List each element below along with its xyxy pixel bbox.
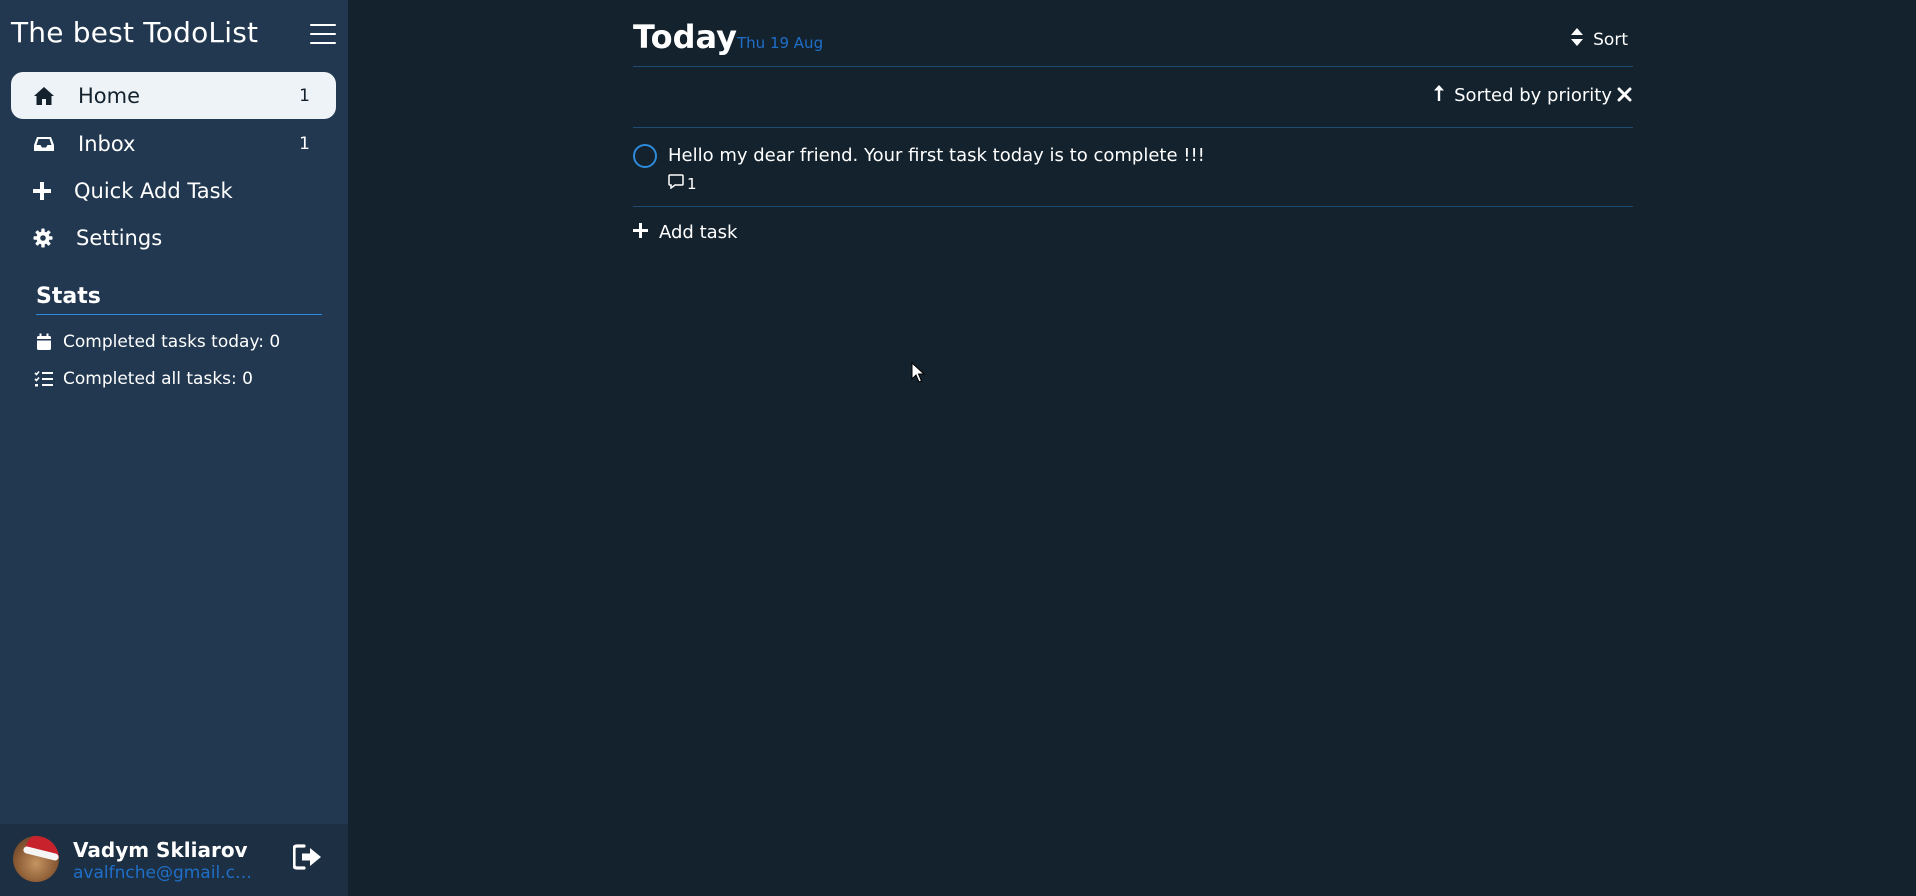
user-bar: Vadym Skliarov avalfnche@gmail.com bbox=[0, 824, 348, 896]
sidebar-item-inbox[interactable]: Inbox 1 bbox=[11, 120, 336, 167]
avatar[interactable] bbox=[13, 836, 59, 882]
page-date: Thu 19 Aug bbox=[737, 34, 824, 52]
sidebar-item-count: 1 bbox=[299, 133, 310, 154]
logout-icon[interactable] bbox=[292, 844, 325, 876]
task-item: Hello my dear friend. Your first task to… bbox=[633, 128, 1633, 207]
user-email: avalfnche@gmail.com bbox=[73, 863, 253, 883]
calendar-icon bbox=[34, 332, 54, 352]
task-text[interactable]: Hello my dear friend. Your first task to… bbox=[668, 145, 1205, 166]
sidebar-item-label: Inbox bbox=[78, 131, 136, 156]
sidebar-item-settings[interactable]: Settings bbox=[11, 214, 336, 261]
arrow-up-icon bbox=[1434, 85, 1445, 106]
sidebar-item-quick-add-task[interactable]: Quick Add Task bbox=[11, 167, 336, 214]
clear-sort-close-icon[interactable] bbox=[1617, 87, 1633, 103]
gear-icon bbox=[31, 226, 55, 250]
home-icon bbox=[32, 84, 56, 108]
task-comments[interactable]: 1 bbox=[668, 174, 697, 193]
sidebar-item-label: Settings bbox=[76, 225, 163, 250]
sidebar-item-label: Home bbox=[78, 83, 141, 108]
sidebar-item-count: 1 bbox=[299, 85, 310, 106]
app-title: The best TodoList bbox=[11, 16, 259, 49]
sort-icon bbox=[1571, 28, 1584, 51]
plus-icon bbox=[30, 179, 54, 203]
page-header: Today Thu 19 Aug Sort bbox=[633, 16, 1633, 67]
plus-icon bbox=[633, 222, 648, 243]
task-list-icon bbox=[34, 369, 54, 389]
inbox-icon bbox=[32, 132, 56, 156]
stat-completed-today: Completed tasks today: 0 bbox=[34, 332, 280, 352]
comment-icon bbox=[668, 174, 684, 193]
sidebar-item-label: Quick Add Task bbox=[74, 178, 233, 203]
stat-completed-all: Completed all tasks: 0 bbox=[34, 369, 253, 389]
stats-title: Stats bbox=[36, 284, 101, 309]
sidebar: The best TodoList Home 1 Inbox 1 Quick A… bbox=[0, 0, 348, 896]
add-task-button[interactable]: Add task bbox=[633, 222, 737, 243]
task-complete-checkbox[interactable] bbox=[633, 144, 657, 168]
stat-all-label: Completed all tasks: 0 bbox=[63, 369, 253, 389]
sidebar-item-home[interactable]: Home 1 bbox=[11, 72, 336, 119]
hamburger-menu-icon[interactable] bbox=[310, 24, 336, 46]
stat-today-label: Completed tasks today: 0 bbox=[63, 332, 281, 352]
page-title: Today bbox=[633, 18, 737, 56]
sorted-by-label: Sorted by priority bbox=[1434, 85, 1612, 106]
comment-count: 1 bbox=[687, 174, 697, 193]
sort-button[interactable]: Sort bbox=[1571, 28, 1628, 51]
sort-status-bar: Sorted by priority bbox=[633, 67, 1633, 128]
stats-divider bbox=[36, 314, 322, 315]
mouse-cursor-icon bbox=[911, 361, 926, 388]
sort-label: Sort bbox=[1593, 29, 1628, 50]
user-name: Vadym Skliarov bbox=[73, 838, 248, 862]
add-task-label: Add task bbox=[659, 222, 738, 243]
sorted-by-text: Sorted by priority bbox=[1454, 85, 1612, 106]
